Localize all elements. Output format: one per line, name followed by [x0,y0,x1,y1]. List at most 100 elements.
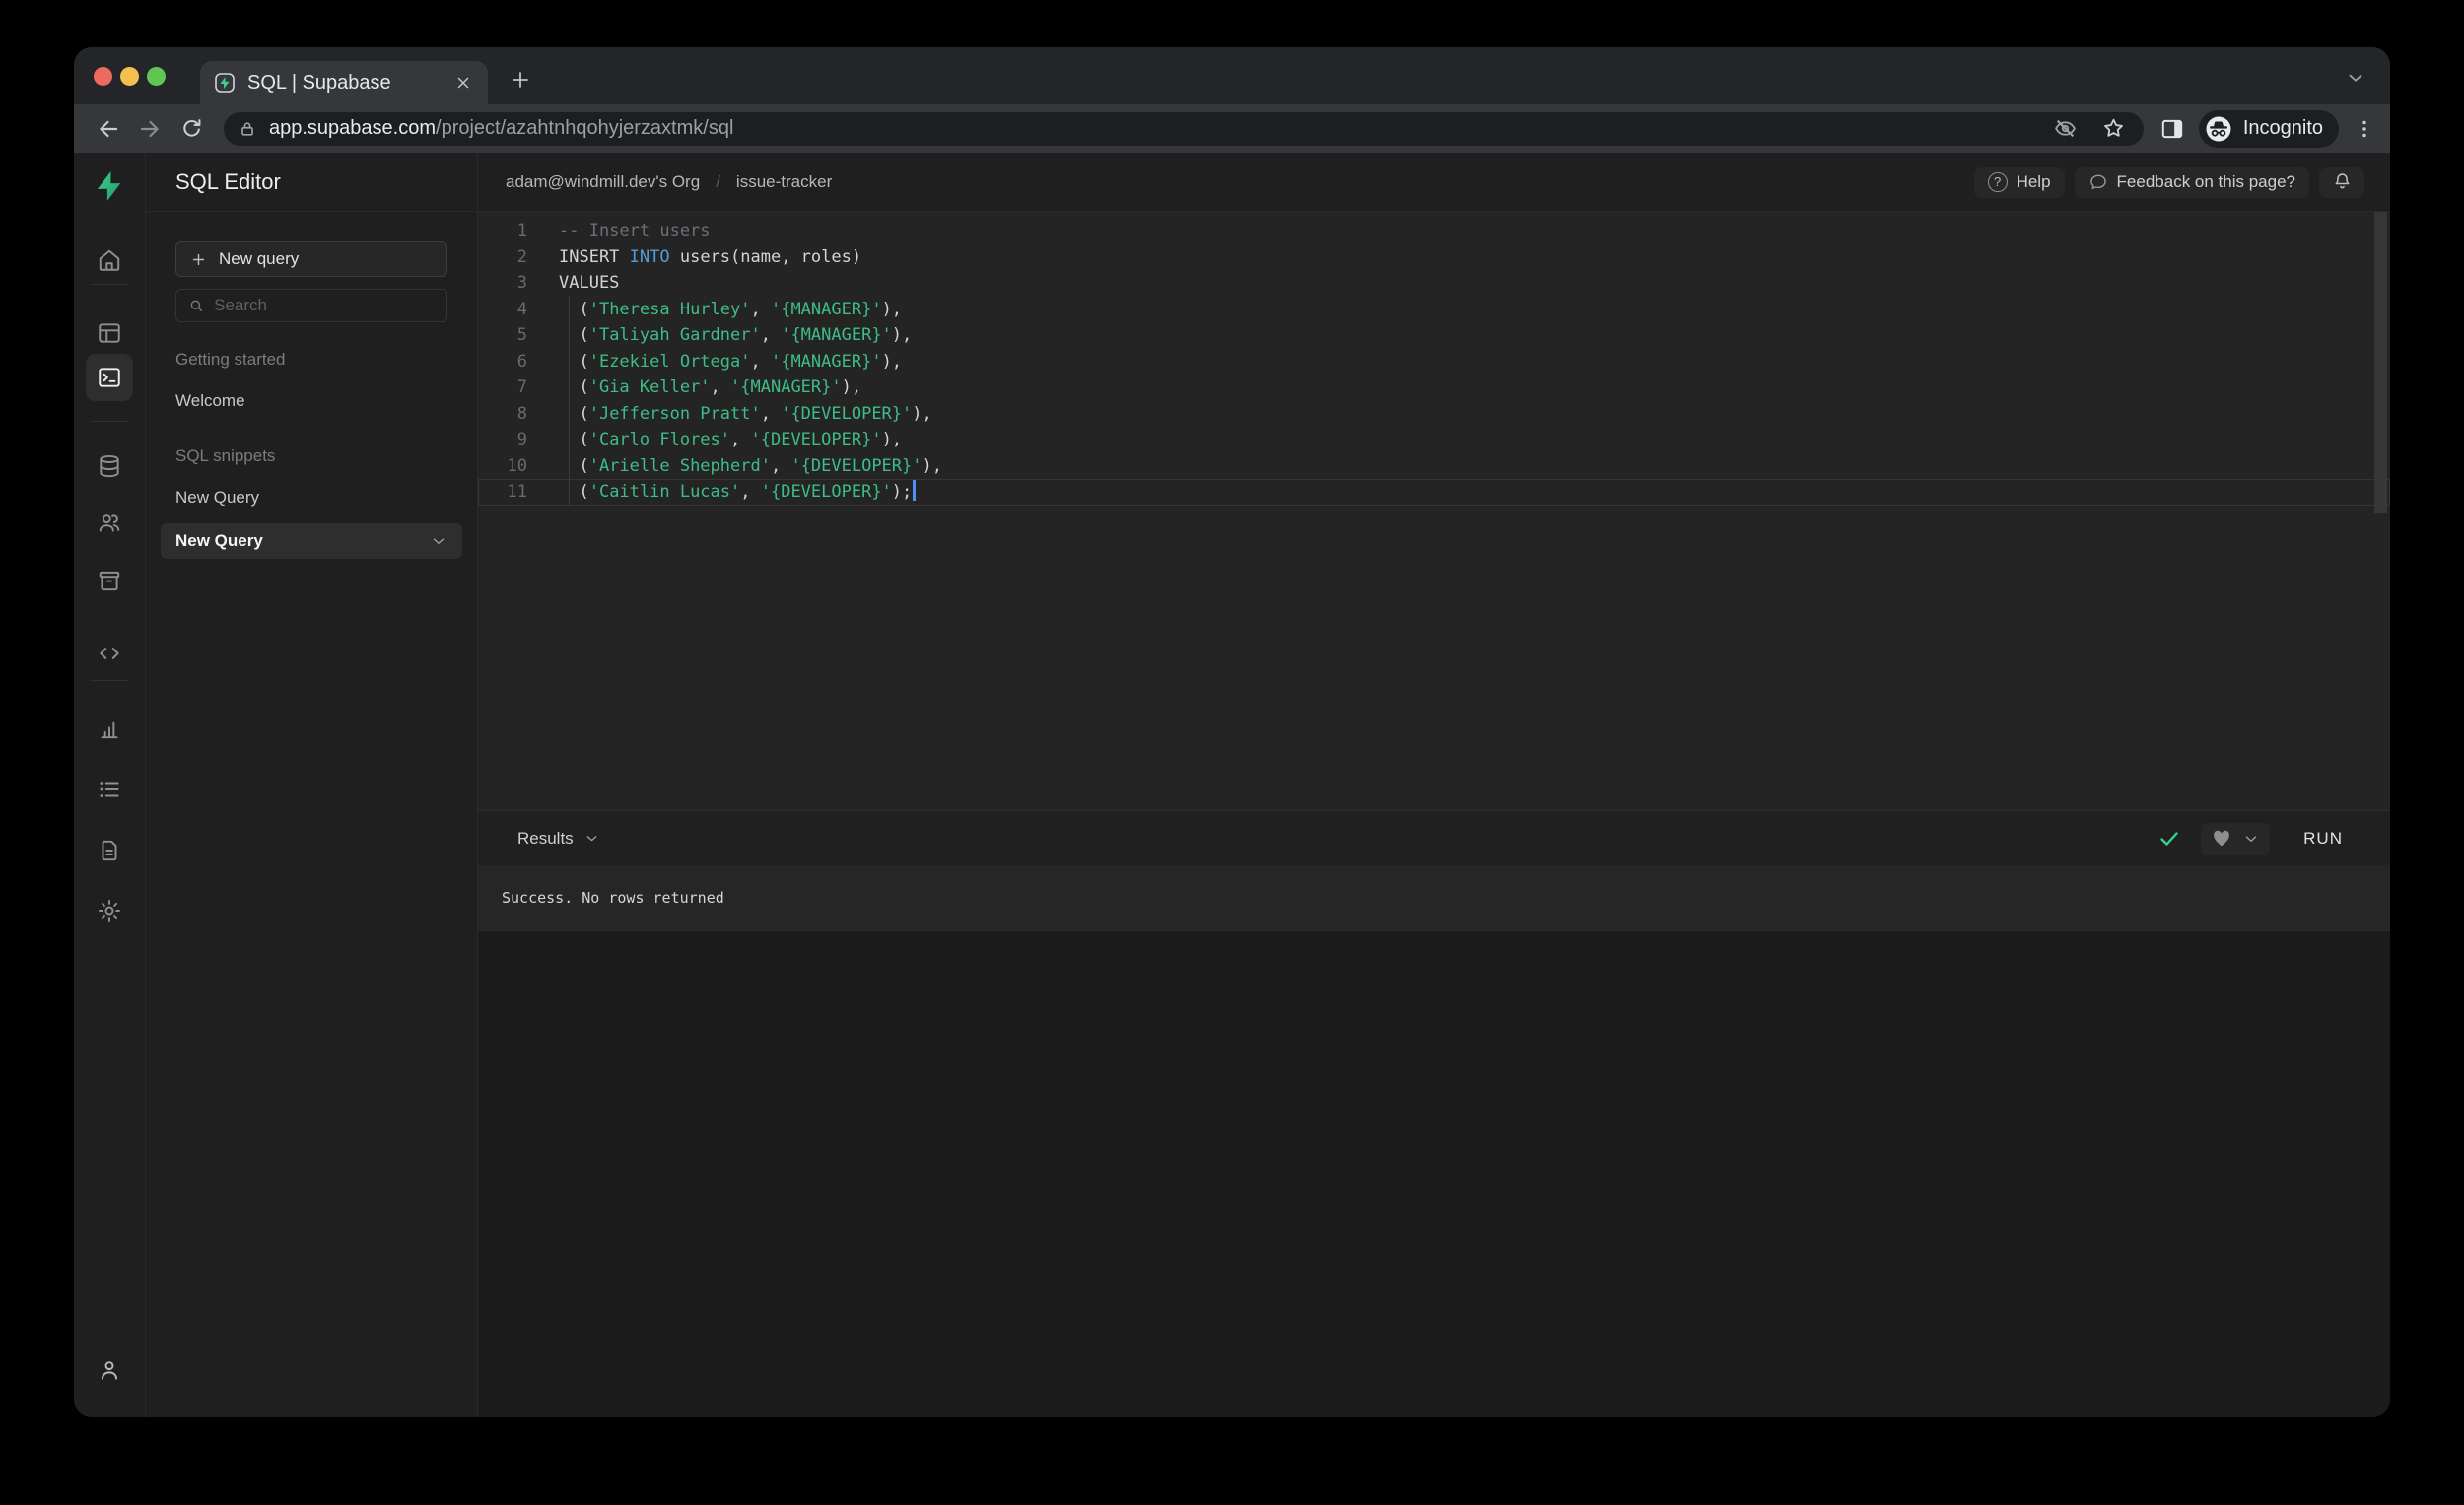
bar-chart-icon [101,721,118,739]
chevron-down-icon [433,538,445,544]
feedback-button[interactable]: Feedback on this page? [2074,166,2309,198]
text-cursor [913,480,916,501]
line-number: 2 [516,246,527,267]
breadcrumb-org[interactable]: adam@windmill.dev's Org [506,172,700,192]
terminal-icon [99,368,120,387]
speech-bubble-icon [2089,174,2106,189]
search-input[interactable] [214,296,435,315]
tab-close-icon[interactable] [452,72,474,94]
code-token: ), [881,299,903,319]
list-icon [100,782,119,797]
account-button[interactable] [86,1346,133,1394]
sidebar-item-welcome[interactable]: Welcome [161,383,462,419]
tab-title: SQL | Supabase [247,71,391,94]
code-token: 'Ezekiel Ortega' [588,351,751,372]
table-icon [99,323,120,343]
sql-code-editor[interactable]: 1 -- Insert users 2 INSERT INTO users(name,… [478,212,2390,810]
sidebar-item-new-query-selected[interactable]: New Query [161,523,462,559]
forward-icon[interactable] [135,114,165,144]
sidebar-item-api-docs[interactable] [86,827,133,874]
sidebar-item-edge-functions[interactable] [86,630,133,677]
browser-tab[interactable]: SQL | Supabase [200,61,488,104]
code-token: users(name, roles) [669,246,862,267]
code-token: ), [881,351,903,372]
sidebar-item-authentication[interactable] [86,500,133,547]
code-icon [100,648,119,659]
code-line: 10 ('Arielle Shepherd', '{DEVELOPER}'), [478,453,2390,480]
side-panel-icon[interactable] [2159,116,2185,142]
supabase-logo[interactable] [86,163,133,210]
code-text: ('Arielle Shepherd', '{DEVELOPER}'), [527,453,942,480]
zoom-window-button[interactable] [147,67,166,86]
code-token: 'Gia Keller' [588,377,711,397]
code-token: , [710,377,731,397]
tab-strip: SQL | Supabase [74,47,2390,104]
new-tab-button[interactable] [506,65,535,95]
code-token: ), [912,403,932,424]
sidebar-item-settings[interactable] [86,887,133,934]
code-line: 11 ('Caitlin Lucas', '{DEVELOPER}'); [478,479,2390,506]
help-button[interactable]: ? Help [1973,166,2065,198]
sidebar-item-database[interactable] [86,443,133,490]
favorite-group [2201,822,2271,855]
home-icon [99,249,120,271]
plus-icon [192,253,205,265]
code-token: , [760,325,782,345]
success-check-icon [2160,831,2178,846]
line-number: 7 [516,377,527,397]
code-line: 8 ('Jefferson Pratt', '{DEVELOPER}'), [478,401,2390,428]
code-token: 'Arielle Shepherd' [588,455,771,476]
code-token: 'Taliyah Gardner' [588,325,761,345]
results-dropdown[interactable]: Results [517,829,2157,849]
chevron-down-icon[interactable] [2242,830,2260,848]
eye-slash-icon[interactable] [2053,116,2078,141]
editor-scrollbar[interactable] [2374,212,2387,513]
bell-icon [2335,173,2349,189]
sidebar-item-logs[interactable] [86,766,133,813]
code-text: ('Ezekiel Ortega', '{MANAGER}'), [527,349,902,376]
chevron-down-icon [586,836,597,842]
code-token: '{MANAGER}' [770,299,882,319]
line-number: 4 [516,299,527,319]
nav-rail [74,153,146,1417]
bookmark-star-icon[interactable] [2101,116,2126,141]
database-icon [100,454,119,478]
sidebar-item-new-query[interactable]: New Query [161,480,462,515]
code-token: , [730,430,751,449]
query-result-message: Success. No rows returned [502,889,724,907]
sidebar-item-home[interactable] [86,237,133,284]
code-token: ( [559,325,589,345]
sidebar-item-table-editor[interactable] [86,309,133,357]
code-text: ('Jefferson Pratt', '{DEVELOPER}'), [527,401,932,428]
sidebar-item-sql-editor[interactable] [86,354,133,401]
code-line: 4 ('Theresa Hurley', '{MANAGER}'), [478,297,2390,323]
code-line: 9 ('Carlo Flores', '{DEVELOPER}'), [478,427,2390,453]
code-line: 5 ('Taliyah Gardner', '{MANAGER}'), [478,322,2390,349]
incognito-label: Incognito [2242,117,2323,139]
code-text: ('Theresa Hurley', '{MANAGER}'), [527,297,902,323]
url-bar[interactable]: app.supabase.com/project/azahtnhqohyjerz… [224,111,2144,146]
heart-icon[interactable] [2211,828,2232,850]
code-token: ); [891,482,913,502]
sidebar-item-reports[interactable] [86,705,133,752]
rail-divider [90,421,129,422]
code-token: ), [922,455,942,476]
line-number: 6 [516,351,527,372]
rail-divider [90,680,129,681]
main-header: adam@windmill.dev's Org / issue-tracker … [478,153,2390,212]
search-icon [190,300,203,312]
browser-menu-icon[interactable] [2353,117,2376,141]
reload-icon[interactable] [176,114,206,144]
sidebar-item-storage[interactable] [86,557,133,604]
tab-search-chevron-icon[interactable] [2345,67,2366,89]
query-result-message-wrap: Success. No rows returned [478,865,2390,931]
breadcrumb-project[interactable]: issue-tracker [736,172,832,192]
main-pane: adam@windmill.dev's Org / issue-tracker … [478,153,2390,1417]
new-query-button[interactable]: New query [175,241,447,277]
code-line: 1 -- Insert users [478,218,2390,244]
minimize-window-button[interactable] [120,67,139,86]
notifications-button[interactable] [2319,166,2364,198]
run-button[interactable]: RUN [2290,823,2357,855]
close-window-button[interactable] [94,67,112,86]
back-icon[interactable] [94,114,123,144]
